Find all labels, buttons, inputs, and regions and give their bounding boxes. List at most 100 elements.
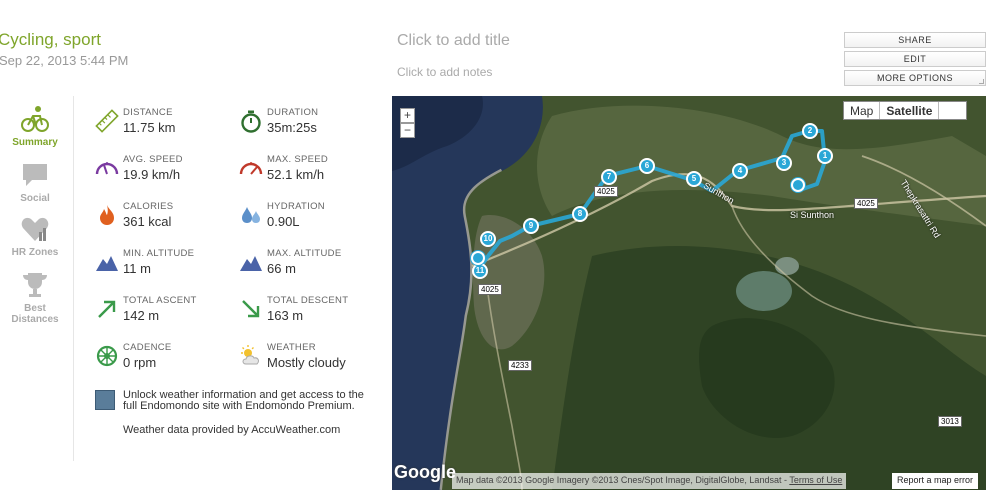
nav-summary[interactable]: Summary [6,104,64,148]
stat-calories: CALORIES 361 kcal [95,201,235,241]
road-shield: 4025 [594,186,618,197]
nav-social[interactable]: Social [6,160,64,204]
more-options-button[interactable]: MORE OPTIONS [844,70,986,86]
resize-grip-icon [979,79,984,84]
add-title-field[interactable]: Click to add title [397,32,510,50]
stat-value: 361 kcal [123,214,172,229]
stat-label: MAX. SPEED [267,154,329,165]
map-type-map-button[interactable]: Map [844,102,879,119]
stat-label: TOTAL DESCENT [267,295,349,306]
stat-weather: WEATHER Mostly cloudy [239,342,379,382]
arrow-up-right-icon [98,300,116,318]
speech-bubble-icon [23,164,47,186]
nav-best-distances[interactable]: Best Distances [6,270,64,325]
stat-cadence: CADENCE 0 rpm [95,342,235,382]
nav-social-label: Social [20,193,50,204]
stat-value: 0 rpm [123,355,157,370]
map-attribution-text: Map data ©2013 Google Imagery ©2013 Cnes… [456,475,787,485]
edit-button[interactable]: EDIT [844,51,986,67]
stat-hydration: HYDRATION 0.90L [239,201,379,241]
gauge-icon [95,162,119,175]
share-label: SHARE [898,35,932,45]
stat-avg-speed: AVG. SPEED 19.9 km/h [95,154,235,194]
road-shield: 4025 [854,198,878,209]
weather-credit: Weather data provided by AccuWeather.com [123,424,341,436]
stat-label: WEATHER [267,342,316,353]
route-marker[interactable]: 4 [732,163,748,179]
stat-value: 66 m [267,261,296,276]
add-notes-field[interactable]: Click to add notes [397,65,492,79]
stat-duration: DURATION 35m:25s [239,107,379,147]
route-marker[interactable]: 11 [472,263,488,279]
premium-link[interactable]: Unlock weather information and get acces… [123,390,373,412]
arrow-down-right-icon [242,300,260,318]
stat-label: MIN. ALTITUDE [123,248,195,259]
bicycle-icon [21,106,49,132]
gear-wheel-icon [96,345,118,367]
terms-of-use-link[interactable]: Terms of Use [789,475,842,485]
report-map-error-link[interactable]: Report a map error [892,473,979,489]
nav-hr-zones[interactable]: HR Zones [6,214,64,258]
road-shield: 3013 [938,416,962,427]
nav-best-distances-label: Best Distances [11,303,59,325]
share-button[interactable]: SHARE [844,32,986,48]
mountain-icon [96,256,118,271]
stat-label: AVG. SPEED [123,154,183,165]
route-marker[interactable]: 6 [639,158,655,174]
speedometer-icon [239,162,263,175]
stat-distance: DISTANCE 11.75 km [95,107,235,147]
finish-marker-icon[interactable] [471,251,485,265]
premium-badge-icon [95,390,115,410]
nav-summary-label: Summary [12,137,58,148]
map-type-satellite-button[interactable]: Satellite [879,102,938,119]
stat-value: 19.9 km/h [123,167,181,182]
activity-date: Sep 22, 2013 5:44 PM [0,53,129,68]
nav-hr-zones-label: HR Zones [11,247,59,258]
stat-label: TOTAL ASCENT [123,295,197,306]
stat-label: DISTANCE [123,107,173,118]
stat-total-ascent: TOTAL ASCENT 142 m [95,295,235,335]
stat-max-speed: MAX. SPEED 52.1 km/h [239,154,379,194]
ruler-icon [95,109,119,133]
stat-min-altitude: MIN. ALTITUDE 11 m [95,248,235,288]
road-shield: 4233 [508,360,532,371]
cloudy-sun-icon [241,345,259,365]
zoom-in-button[interactable]: + [400,108,415,123]
stat-value: 142 m [123,308,160,323]
route-marker[interactable]: 8 [572,206,588,222]
road-label: Si Sunthon [790,210,835,220]
map-labels-toggle[interactable] [938,102,966,119]
edit-label: EDIT [903,54,927,64]
start-marker-icon[interactable] [791,178,805,192]
mountain-icon [240,256,262,271]
nav-divider [73,96,74,461]
stat-value: 0.90L [267,214,300,229]
stat-value: 11 m [123,261,151,276]
stat-label: CADENCE [123,342,172,353]
route-marker[interactable]: 5 [686,171,702,187]
map-attribution: Map data ©2013 Google Imagery ©2013 Cnes… [452,473,847,489]
stat-label: CALORIES [123,201,174,212]
stat-max-altitude: MAX. ALTITUDE 66 m [239,248,379,288]
route-marker[interactable]: 10 [480,231,496,247]
route-map[interactable]: 4025 4025 4025 4233 3013 Si Sunthon Sunt… [392,96,986,490]
stat-label: DURATION [267,107,319,118]
route-marker[interactable]: 7 [601,169,617,185]
zoom-out-button[interactable]: − [400,123,415,138]
stat-value: Mostly cloudy [267,355,346,370]
route-marker[interactable]: 3 [776,155,792,171]
trophy-icon [23,273,47,297]
map-type-control: Map Satellite [843,101,968,120]
stat-value: 52.1 km/h [267,167,325,182]
google-logo: Google [394,462,456,482]
road-shield: 4025 [478,284,502,295]
water-drop-icon [242,207,260,223]
route-marker[interactable]: 2 [802,123,818,139]
stat-label: MAX. ALTITUDE [267,248,342,259]
route-marker[interactable]: 1 [817,148,833,164]
stopwatch-icon [241,110,261,133]
stat-label: HYDRATION [267,201,325,212]
stat-value: 35m:25s [267,120,317,135]
flame-icon [100,205,114,225]
route-marker[interactable]: 9 [523,218,539,234]
